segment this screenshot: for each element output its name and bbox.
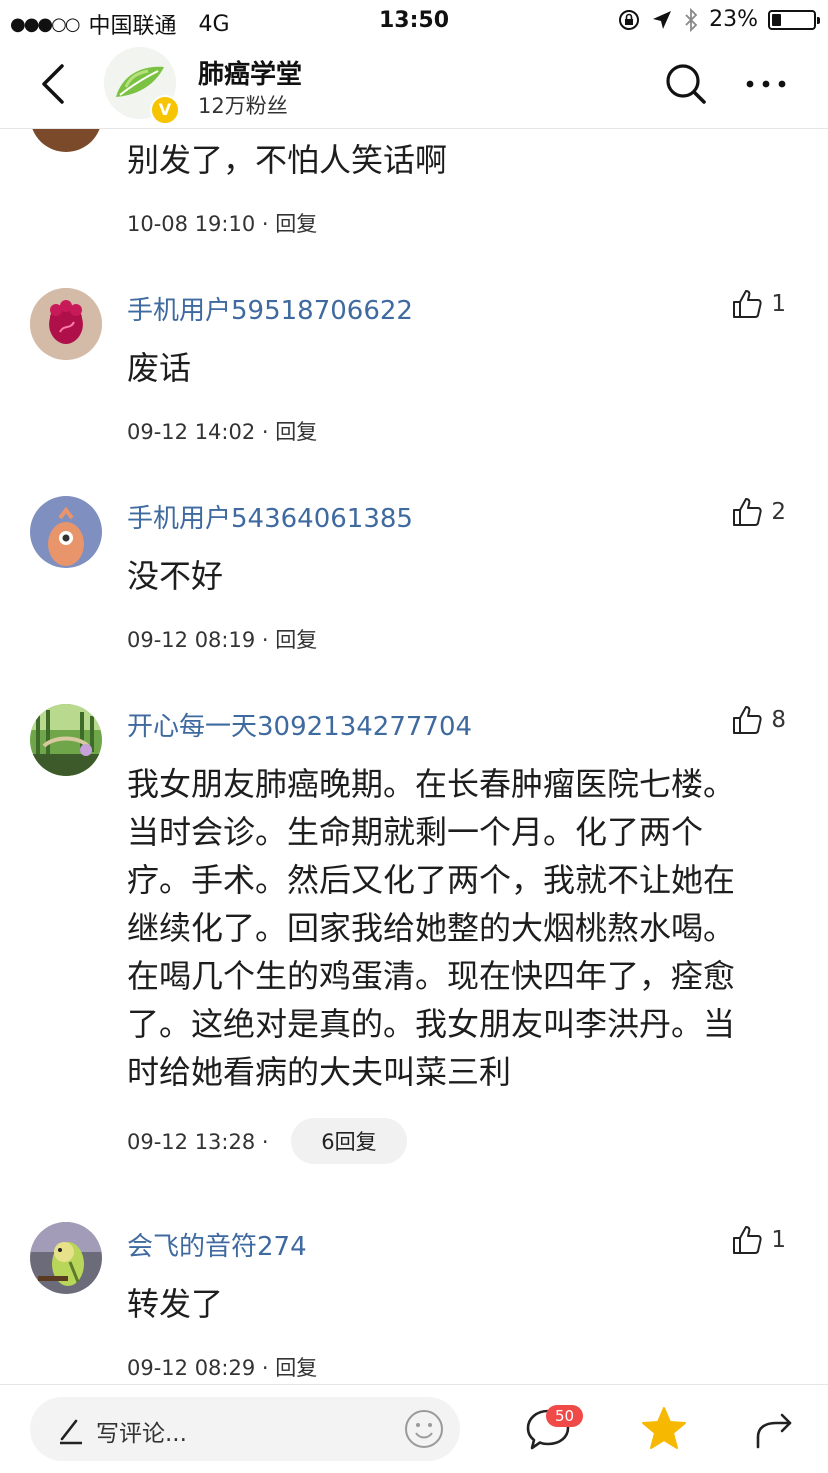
thumbs-up-icon	[733, 290, 762, 318]
reply-link[interactable]: 回复	[275, 212, 317, 236]
comment-text-line: 在喝几个生的鸡蛋清。现在快四年了，痊愈	[127, 957, 736, 995]
like-count: 1	[771, 1227, 786, 1253]
location-arrow-icon	[653, 10, 672, 29]
thumbs-up-icon	[733, 498, 762, 526]
like-button[interactable]: 1	[731, 1224, 786, 1256]
comment-meta: 09-12 08:29 · 回复	[127, 1356, 318, 1380]
comment-time: 09-12 08:19	[127, 628, 256, 652]
user-avatar[interactable]	[30, 704, 102, 776]
comment-text: 我女朋友肺癌晚期。在长春肿瘤医院七楼。 当时会诊。生命期就剩一个月。化了两个 疗…	[127, 760, 787, 1096]
reply-link[interactable]: 回复	[275, 628, 317, 652]
thumbs-up-icon	[733, 706, 762, 734]
reply-link[interactable]: 回复	[275, 1356, 317, 1380]
cartoon-avatar-icon	[30, 496, 102, 568]
verified-badge: V	[150, 95, 180, 125]
comment-time: 09-12 08:29	[127, 1356, 256, 1380]
comment-input[interactable]: 写评论...	[30, 1397, 460, 1461]
like-button[interactable]: 1	[731, 288, 786, 320]
comment-time: 09-12 14:02	[127, 420, 256, 444]
user-avatar[interactable]	[30, 1222, 102, 1294]
parakeet-avatar-icon	[30, 1222, 102, 1294]
comment-meta: 09-12 14:02 · 回复	[127, 420, 318, 444]
comment-username[interactable]: 手机用户59518706622	[127, 290, 413, 327]
like-button[interactable]: 8	[731, 704, 786, 736]
follower-count: 12万粉丝	[198, 94, 288, 118]
landscape-avatar-icon	[30, 704, 102, 776]
search-icon[interactable]	[664, 62, 708, 106]
more-options-icon[interactable]	[744, 70, 788, 98]
like-button[interactable]: 2	[731, 496, 786, 528]
thumbs-up-icon	[733, 1226, 762, 1254]
comment-text: 没不好	[127, 557, 224, 595]
battery-icon	[768, 9, 820, 30]
comment-username[interactable]: 开心每一天3092134277704	[127, 706, 472, 743]
emoji-icon[interactable]	[404, 1409, 444, 1449]
replies-button[interactable]: 6回复	[291, 1118, 407, 1164]
pen-icon	[60, 1419, 82, 1445]
comment-text-line: 当时会诊。生命期就剩一个月。化了两个	[127, 813, 704, 851]
comment-username[interactable]: 手机用户54364061385	[127, 498, 413, 535]
comment-text: 别发了，不怕人笑话啊	[127, 141, 448, 179]
comment-count-badge: 50	[546, 1405, 584, 1427]
account-name[interactable]: 肺癌学堂	[198, 54, 302, 91]
comment-text-line: 继续化了。回家我给她整的大烟桃熬水喝。	[127, 909, 736, 947]
comment-meta: 10-08 19:10 · 回复	[127, 212, 318, 236]
comment-time: 10-08 19:10	[127, 212, 256, 236]
battery-percent: 23%	[709, 7, 758, 32]
flower-avatar-icon	[30, 288, 102, 360]
comment-text-line: 了。这绝对是真的。我女朋友叫李洪丹。当	[127, 1005, 736, 1043]
comment-input-placeholder: 写评论...	[96, 1421, 187, 1447]
status-bar: ●●●○○ 中国联通 4G 13:50 23%	[0, 0, 828, 42]
like-count: 8	[771, 707, 786, 733]
like-count: 1	[771, 291, 786, 317]
like-count: 2	[771, 499, 786, 525]
favorite-star-icon[interactable]	[640, 1405, 688, 1453]
share-arrow-icon[interactable]	[752, 1407, 796, 1451]
comment-time: 09-12 13:28	[127, 1130, 256, 1154]
comment-text-line: 我女朋友肺癌晚期。在长春肿瘤医院七楼。	[127, 765, 736, 803]
reply-link[interactable]: 回复	[275, 420, 317, 444]
comment-text: 转发了	[127, 1285, 224, 1323]
comment-meta: 09-12 13:28 · 6回复	[127, 1118, 407, 1164]
comment-text-line: 时给她看病的大夫叫菜三利	[127, 1053, 512, 1091]
header-bar: V 肺癌学堂 12万粉丝	[0, 42, 828, 129]
user-avatar[interactable]	[30, 496, 102, 568]
rotation-lock-icon	[619, 9, 640, 30]
comment-meta: 09-12 08:19 · 回复	[127, 628, 318, 652]
comment-text: 废话	[127, 349, 192, 387]
comment-username[interactable]: 会飞的音符274	[127, 1226, 307, 1263]
back-chevron-icon[interactable]	[34, 60, 74, 108]
bottom-toolbar: 写评论... 50	[0, 1384, 828, 1473]
user-avatar[interactable]	[30, 288, 102, 360]
bluetooth-icon	[685, 7, 698, 32]
comment-text-line: 疗。手术。然后又化了两个，我就不让她在	[127, 861, 736, 899]
